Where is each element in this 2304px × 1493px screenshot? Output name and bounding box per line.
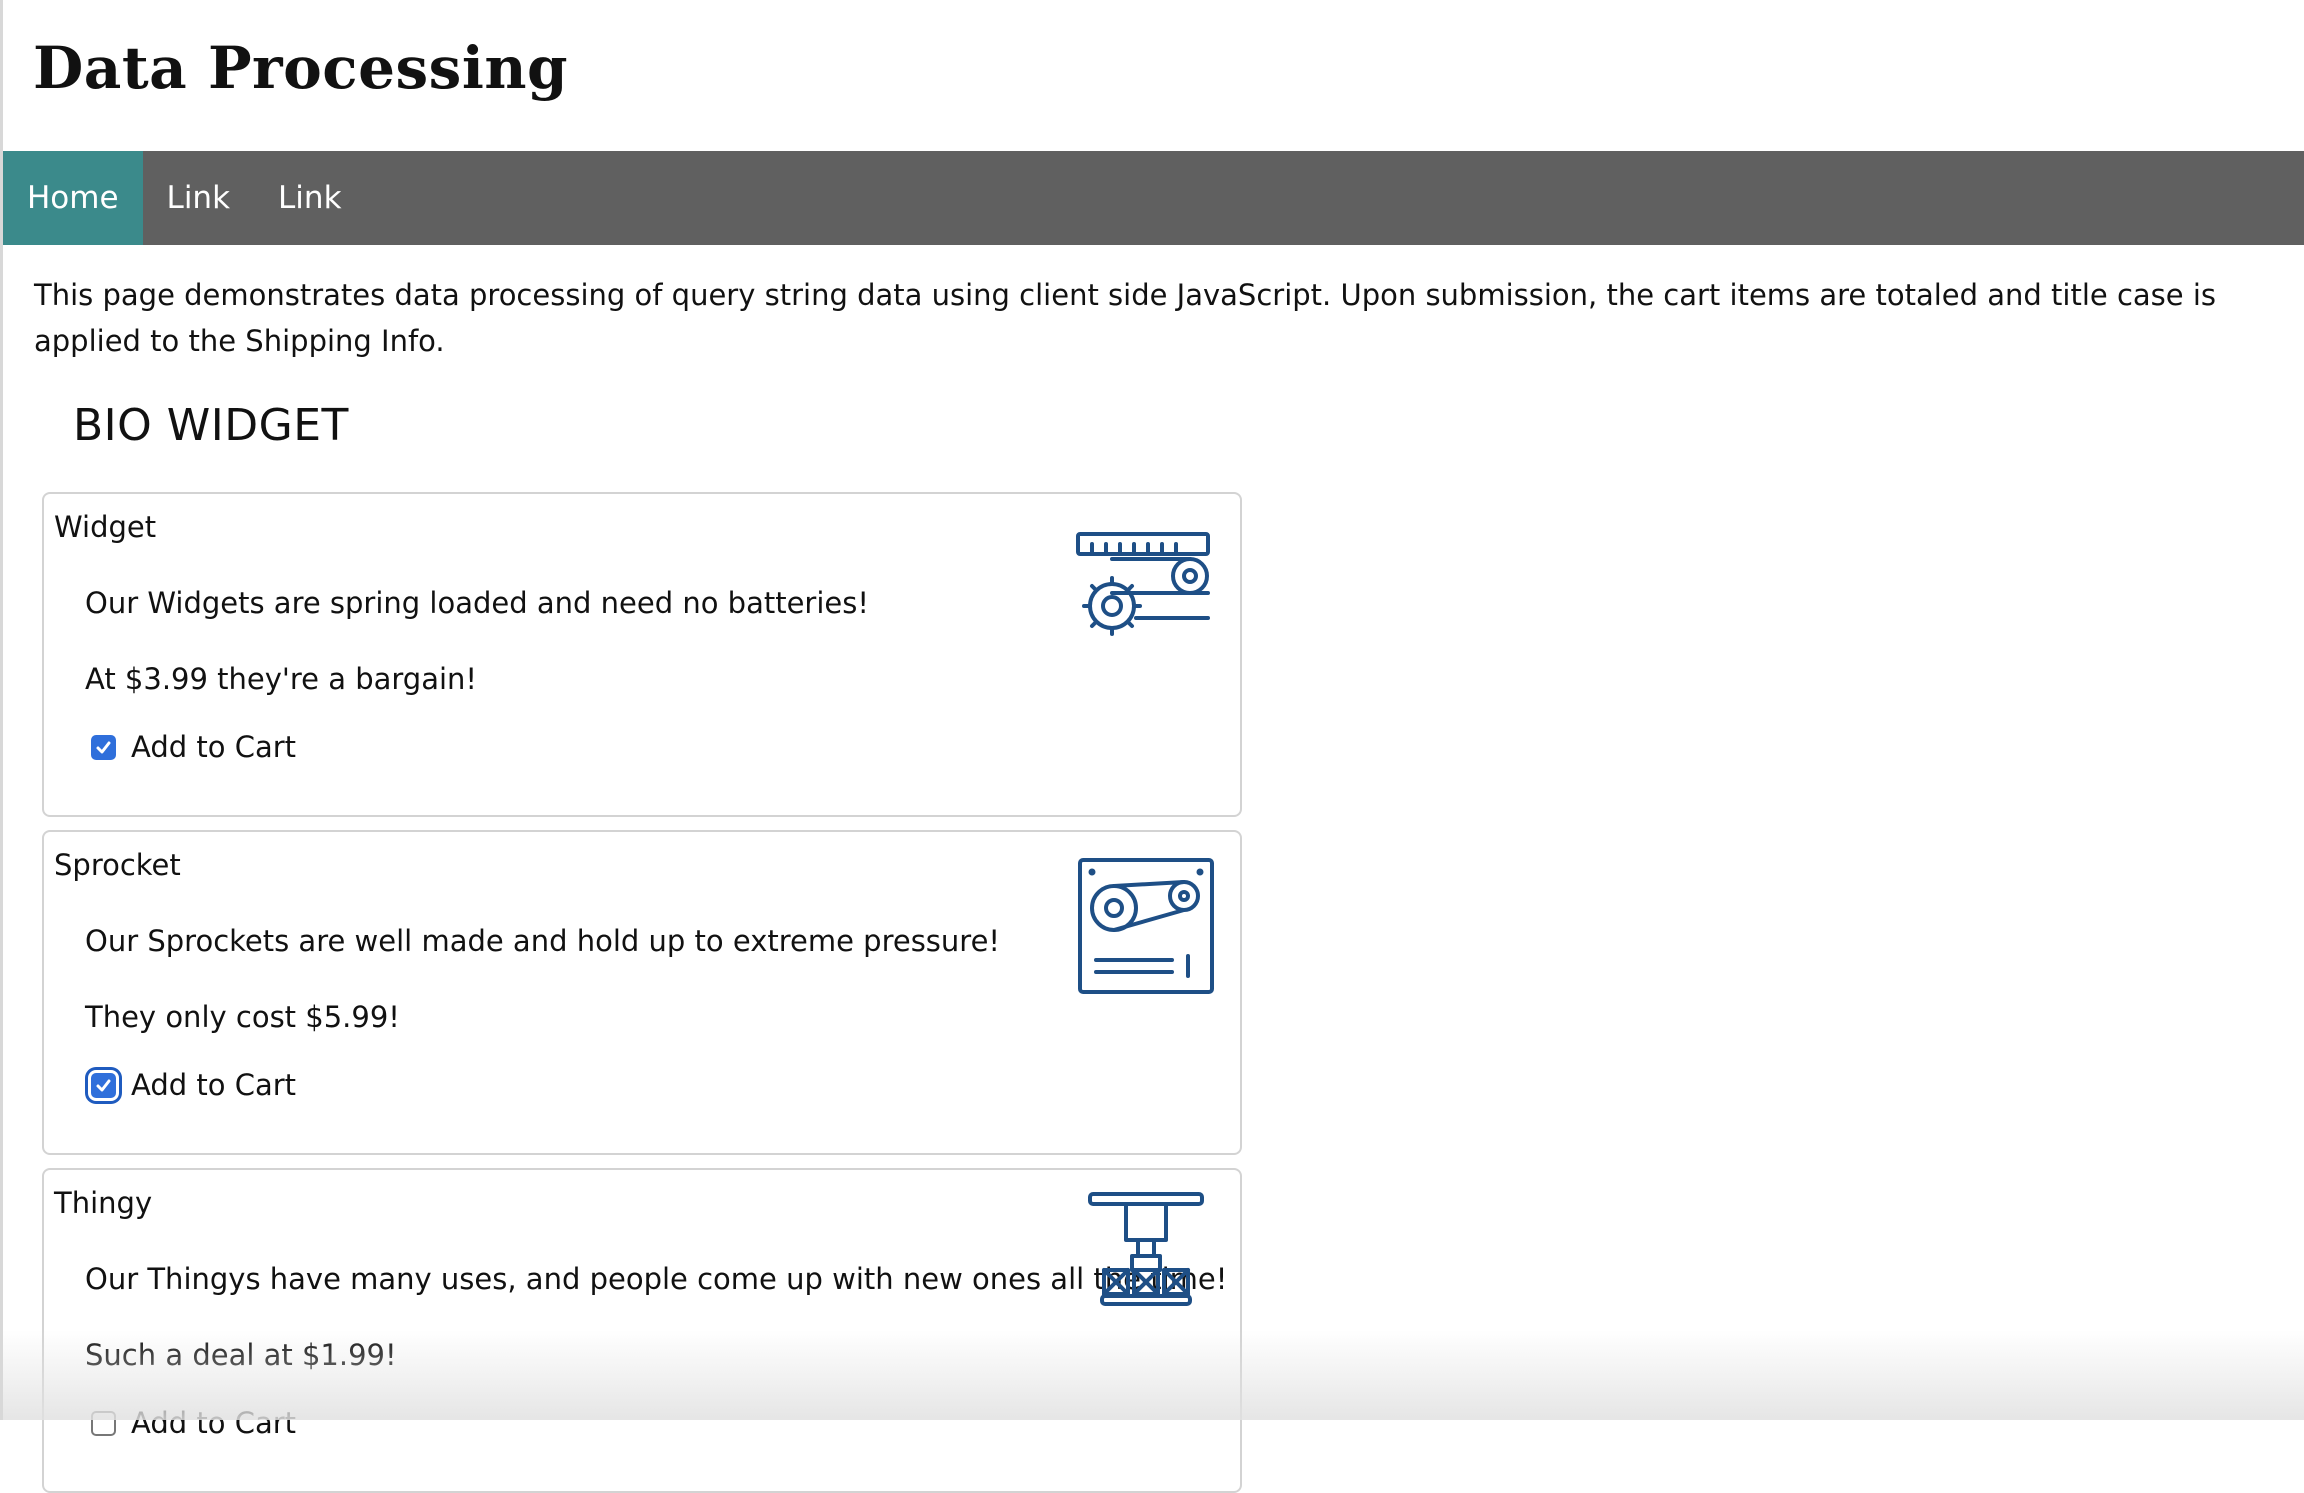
add-to-cart-row: Add to Cart <box>91 730 296 764</box>
product-card-widget: Widget Our Widgets are spring loaded and… <box>42 492 1242 817</box>
nav-home-link[interactable]: Home <box>3 151 143 245</box>
nav-link-1[interactable]: Link <box>143 151 254 245</box>
add-to-cart-checkbox[interactable] <box>91 734 116 760</box>
nav-link-2[interactable]: Link <box>254 151 365 245</box>
add-to-cart-label[interactable]: Add to Cart <box>131 1406 296 1440</box>
product-description: Our Widgets are spring loaded and need n… <box>85 586 869 620</box>
product-card-sprocket: Sprocket Our Sprockets are well made and… <box>42 830 1242 1155</box>
conveyor-gear-icon <box>1076 532 1210 636</box>
product-name: Thingy <box>54 1186 153 1220</box>
add-to-cart-row: Add to Cart <box>91 1068 296 1102</box>
machine-panel-icon <box>1078 858 1214 994</box>
page: Data Processing Home Link Link This page… <box>0 0 2304 1493</box>
add-to-cart-checkbox[interactable] <box>91 1072 116 1098</box>
product-name: Widget <box>54 510 157 544</box>
product-name: Sprocket <box>54 848 181 882</box>
add-to-cart-label[interactable]: Add to Cart <box>131 730 296 764</box>
product-description: Our Thingys have many uses, and people c… <box>85 1262 1228 1296</box>
add-to-cart-row: Add to Cart <box>91 1406 296 1440</box>
intro-text: This page demonstrates data processing o… <box>34 278 2217 358</box>
add-to-cart-checkbox[interactable] <box>91 1410 116 1436</box>
product-price: Such a deal at $1.99! <box>85 1338 397 1372</box>
product-price: At $3.99 they're a bargain! <box>85 662 478 696</box>
add-to-cart-label[interactable]: Add to Cart <box>131 1068 296 1102</box>
product-price: They only cost $5.99! <box>85 1000 400 1034</box>
site-title: Data Processing <box>33 34 569 102</box>
press-boxes-icon <box>1088 1192 1204 1306</box>
product-description: Our Sprockets are well made and hold up … <box>85 924 1001 958</box>
top-nav: Home Link Link <box>3 151 2304 245</box>
section-title: BIO WIDGET <box>73 400 349 451</box>
product-card-thingy: Thingy Our Thingys have many uses, and p… <box>42 1168 1242 1493</box>
site-header: Data Processing <box>3 0 2304 151</box>
